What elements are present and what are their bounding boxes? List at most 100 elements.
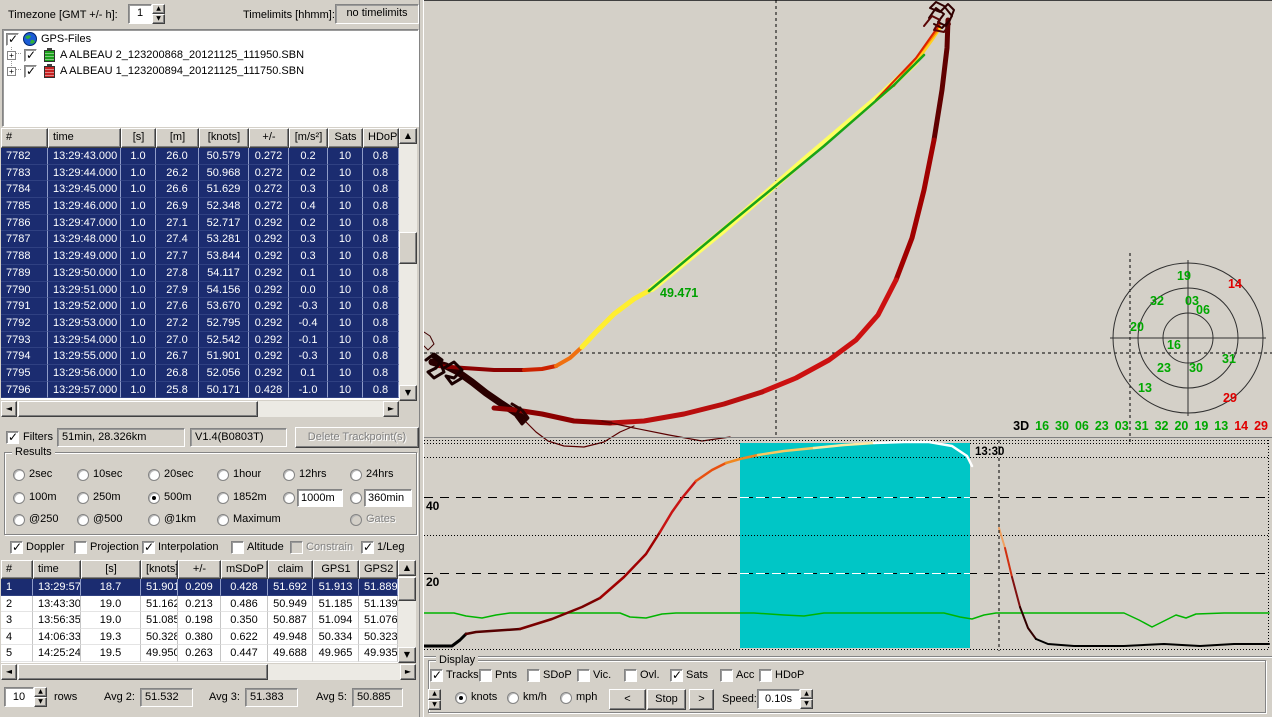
column-header-gps1[interactable]: GPS1 [313, 560, 359, 579]
display-checkbox-ovl[interactable] [624, 669, 637, 682]
column-header-item[interactable]: +/- [178, 560, 221, 579]
playback-stop-button[interactable]: Stop [647, 689, 686, 710]
results-radio-1852m[interactable] [217, 492, 229, 504]
table-row[interactable]: 779213:29:53.0001.027.252.7950.292-0.410… [1, 315, 399, 332]
scroll-left-icon[interactable]: ◄ [1, 401, 17, 417]
column-header-knots[interactable]: [knots] [141, 560, 178, 579]
column-header-msdop[interactable]: mSDoP [221, 560, 268, 579]
options-checkbox-altitude[interactable] [231, 541, 244, 554]
spin-up-icon[interactable]: ▲ [428, 689, 441, 700]
column-header-knots[interactable]: [knots] [199, 128, 249, 148]
display-checkbox-vic[interactable] [577, 669, 590, 682]
spin-down-icon[interactable]: ▼ [152, 14, 165, 24]
tree-root-checkbox[interactable] [6, 33, 19, 46]
scroll-thumb[interactable] [18, 401, 258, 417]
playback-speed-input[interactable]: 0.10s [757, 689, 800, 709]
tree-file-label[interactable]: A ALBEAU 1_123200894_20121125_111750.SBN [60, 65, 304, 78]
results-radio-1km[interactable] [148, 514, 160, 526]
results-radio-360min[interactable] [350, 492, 362, 504]
display-checkbox-acc[interactable] [720, 669, 733, 682]
table-row[interactable]: 778413:29:45.0001.026.651.6290.2720.3100… [1, 181, 399, 198]
column-header-item[interactable]: # [1, 128, 48, 148]
column-header-hdop[interactable]: HDoP [363, 128, 399, 148]
column-header-item[interactable]: +/- [249, 128, 289, 148]
scroll-right-icon[interactable]: ► [383, 401, 399, 417]
scroll-thumb[interactable] [399, 232, 417, 264]
column-header-claim[interactable]: claim [268, 560, 313, 579]
table-row[interactable]: 313:56:3519.051.0850.1980.35050.88751.09… [1, 612, 398, 629]
scroll-thumb[interactable] [398, 577, 416, 601]
display-checkbox-sats[interactable] [670, 669, 683, 682]
tree-root-label[interactable]: GPS-Files [41, 33, 91, 46]
delete-trackpoints-button[interactable]: Delete Trackpoint(s) [295, 427, 419, 448]
display-checkbox-hdop[interactable] [759, 669, 772, 682]
results-radio-250m[interactable] [77, 492, 89, 504]
scroll-down-icon[interactable]: ▼ [399, 385, 417, 401]
results-radio-gates[interactable] [350, 514, 362, 526]
spin-up-icon[interactable]: ▲ [34, 687, 47, 697]
options-checkbox-interpolation[interactable] [142, 541, 155, 554]
table-row[interactable]: 779413:29:55.0001.026.751.9010.292-0.310… [1, 348, 399, 365]
scroll-left-icon[interactable]: ◄ [1, 664, 17, 680]
tree-file-checkbox[interactable] [24, 65, 37, 78]
expand-plus-icon[interactable]: + [7, 67, 16, 76]
table-row[interactable]: 778213:29:43.0001.026.050.5790.2720.2100… [1, 148, 399, 165]
table-row[interactable]: 779113:29:52.0001.027.653.6700.292-0.310… [1, 298, 399, 315]
column-header-s[interactable]: [s] [81, 560, 141, 579]
column-header-sats[interactable]: Sats [328, 128, 363, 148]
spin-down-icon[interactable]: ▼ [800, 699, 813, 709]
scroll-thumb[interactable] [18, 664, 268, 680]
scroll-up-icon[interactable]: ▲ [398, 560, 416, 576]
results-radio-500[interactable] [77, 514, 89, 526]
table-row[interactable]: 414:06:3319.350.3280.3800.62249.94850.33… [1, 629, 398, 646]
column-header-m-s[interactable]: [m/s²] [289, 128, 328, 148]
options-checkbox-doppler[interactable] [10, 541, 23, 554]
table-row[interactable]: 779013:29:51.0001.027.954.1560.2920.0100… [1, 282, 399, 299]
column-header-time[interactable]: time [48, 128, 121, 148]
table-row[interactable]: 113:29:5718.751.9010.2090.42851.69251.91… [1, 579, 398, 596]
playback-speed-spinner[interactable]: ▲ ▼ [800, 689, 813, 709]
column-header-time[interactable]: time [33, 560, 81, 579]
table-row[interactable]: 778513:29:46.0001.026.952.3480.2720.4100… [1, 198, 399, 215]
scroll-up-icon[interactable]: ▲ [399, 128, 417, 144]
track-table-vscrollbar[interactable] [399, 128, 417, 401]
results-custom-input[interactable]: 1000m [297, 489, 343, 507]
filters-checkbox[interactable] [6, 431, 19, 444]
results-radio-12hrs[interactable] [283, 469, 295, 481]
table-row[interactable]: 778713:29:48.0001.027.453.2810.2920.3100… [1, 231, 399, 248]
map-and-chart-canvas[interactable]: 19143203062016233031132949.47113:304020 [424, 0, 1272, 656]
table-row[interactable]: 778313:29:44.0001.026.250.9680.2720.2100… [1, 165, 399, 182]
display-checkbox-tracks[interactable] [430, 669, 443, 682]
playback-back-button[interactable]: < [609, 689, 646, 710]
options-checkbox-1-leg[interactable] [361, 541, 374, 554]
spin-up-icon[interactable]: ▲ [152, 4, 165, 14]
column-header-s[interactable]: [s] [121, 128, 156, 148]
rows-spinner[interactable]: ▲ ▼ [34, 687, 47, 707]
units-radio-km-h[interactable] [507, 692, 519, 704]
timezone-spinner[interactable]: ▲ ▼ [152, 4, 165, 24]
timelimits-field[interactable]: no timelimits [335, 4, 419, 24]
rows-count-input[interactable]: 10 [4, 687, 34, 707]
units-radio-knots[interactable] [455, 692, 467, 704]
results-radio-100m[interactable] [13, 492, 25, 504]
table-row[interactable]: 514:25:2419.549.9500.2630.44749.68849.96… [1, 645, 398, 662]
playback-forward-button[interactable]: > [689, 689, 714, 710]
column-header-item[interactable]: # [1, 560, 33, 579]
results-radio-2sec[interactable] [13, 469, 25, 481]
display-checkbox-sdop[interactable] [527, 669, 540, 682]
results-radio-maximum[interactable] [217, 514, 229, 526]
results-radio-24hrs[interactable] [350, 469, 362, 481]
results-radio-250[interactable] [13, 514, 25, 526]
table-row[interactable]: 778613:29:47.0001.027.152.7170.2920.2100… [1, 215, 399, 232]
spin-down-icon[interactable]: ▼ [34, 697, 47, 707]
options-checkbox-projection[interactable] [74, 541, 87, 554]
spin-up-icon[interactable]: ▲ [800, 689, 813, 699]
table-row[interactable]: 778913:29:50.0001.027.854.1170.2920.1100… [1, 265, 399, 282]
table-row[interactable]: 779513:29:56.0001.026.852.0560.2920.1100… [1, 365, 399, 382]
expand-plus-icon[interactable]: + [7, 51, 16, 60]
results-radio-20sec[interactable] [148, 469, 160, 481]
tree-file-label[interactable]: A ALBEAU 2_123200868_20121125_111950.SBN [60, 49, 304, 62]
table-row[interactable]: 779613:29:57.0001.025.850.1710.428-1.010… [1, 382, 399, 399]
tree-file-checkbox[interactable] [24, 49, 37, 62]
timezone-input[interactable]: 1 [128, 4, 152, 24]
